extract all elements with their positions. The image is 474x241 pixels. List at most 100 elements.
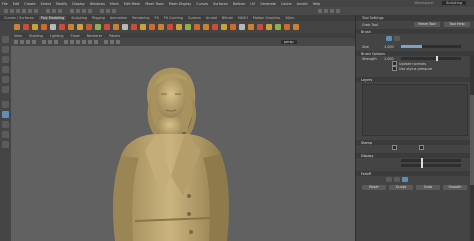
shelf-tool-icon[interactable] bbox=[266, 24, 272, 30]
shelf-tool-icon[interactable] bbox=[221, 24, 227, 30]
shelf-tab-curves[interactable]: Curves / Surfaces bbox=[4, 16, 34, 20]
shelf-tab-rendering[interactable]: Rendering bbox=[132, 16, 149, 20]
shelf-tool-icon[interactable] bbox=[239, 24, 245, 30]
grid-toggle-icon[interactable] bbox=[42, 40, 46, 44]
wireframe-icon[interactable] bbox=[64, 40, 68, 44]
falloff-button-3[interactable] bbox=[402, 177, 408, 182]
rotate-tool-icon[interactable] bbox=[2, 76, 9, 83]
mode-selector-icon[interactable] bbox=[4, 9, 8, 13]
snap-point-icon[interactable] bbox=[82, 9, 86, 13]
shelf-tool-icon[interactable] bbox=[68, 24, 74, 30]
shelf-tool-icon[interactable] bbox=[203, 24, 209, 30]
shelf-tool-icon[interactable] bbox=[113, 24, 119, 30]
use-all-lights-icon[interactable] bbox=[88, 40, 92, 44]
menu-mesh-display[interactable]: Mesh Display bbox=[169, 2, 192, 6]
camera-label[interactable]: persp bbox=[281, 39, 297, 44]
render-icon[interactable] bbox=[100, 9, 104, 13]
shelf-tab-arnold[interactable]: Arnold bbox=[206, 16, 217, 20]
menu-edit[interactable]: Edit bbox=[13, 2, 20, 6]
menu-arnold[interactable]: Arnold bbox=[297, 2, 308, 6]
brush-preset-icon[interactable] bbox=[386, 36, 392, 41]
panel-scrollbar[interactable] bbox=[470, 55, 474, 241]
tool-help-button[interactable]: Tool Help bbox=[444, 22, 470, 27]
menu-deform[interactable]: Deform bbox=[233, 2, 246, 6]
wireframe-on-shaded-icon[interactable] bbox=[76, 40, 80, 44]
panel-menu-renderer[interactable]: Renderer bbox=[87, 34, 102, 38]
menu-modify[interactable]: Modify bbox=[56, 2, 67, 6]
film-gate-icon[interactable] bbox=[48, 40, 52, 44]
workspace-dropdown[interactable]: Sculpting bbox=[442, 1, 466, 5]
redo-icon[interactable] bbox=[34, 9, 38, 13]
snap-grid-icon[interactable] bbox=[70, 9, 74, 13]
resolution-gate-icon[interactable] bbox=[54, 40, 58, 44]
snap-curve-icon[interactable] bbox=[76, 9, 80, 13]
panel-menu-show[interactable]: Show bbox=[71, 34, 80, 38]
shadows-icon[interactable] bbox=[94, 40, 98, 44]
panel-menu-shading[interactable]: Shading bbox=[29, 34, 43, 38]
menu-surfaces[interactable]: Surfaces bbox=[213, 2, 228, 6]
last-tool-icon[interactable] bbox=[2, 101, 9, 108]
render-settings-icon[interactable] bbox=[112, 9, 116, 13]
shelf-tab-xgen[interactable]: XGen bbox=[285, 16, 294, 20]
show-tool-settings-icon[interactable] bbox=[330, 9, 334, 13]
shelf-tool-icon[interactable] bbox=[14, 24, 20, 30]
camera-select-icon[interactable] bbox=[14, 40, 18, 44]
option2-checkbox[interactable] bbox=[392, 66, 397, 71]
shelf-tool-icon[interactable] bbox=[50, 24, 56, 30]
layers-list[interactable] bbox=[362, 84, 468, 136]
shelf-tool-icon[interactable] bbox=[158, 24, 164, 30]
grab-button[interactable]: Grab bbox=[416, 185, 440, 190]
shelf-tool-icon[interactable] bbox=[257, 24, 263, 30]
paint-select-tool-icon[interactable] bbox=[2, 56, 9, 63]
shelf-tool-icon[interactable] bbox=[284, 24, 290, 30]
xray-joints-icon[interactable] bbox=[110, 40, 114, 44]
strength-slider[interactable] bbox=[401, 56, 461, 61]
menu-create[interactable]: Create bbox=[24, 2, 35, 6]
shelf-tool-icon[interactable] bbox=[104, 24, 110, 30]
menu-generate[interactable]: Generate bbox=[260, 2, 276, 6]
shelf-tool-icon[interactable] bbox=[131, 24, 137, 30]
shelf-tool-icon[interactable] bbox=[59, 24, 65, 30]
shelf-tool-icon[interactable] bbox=[32, 24, 38, 30]
persp-outliner-layout-icon[interactable] bbox=[2, 131, 9, 138]
menu-edit-mesh[interactable]: Edit Mesh bbox=[124, 2, 141, 6]
shelf-tool-icon[interactable] bbox=[275, 24, 281, 30]
shelf-tool-icon[interactable] bbox=[176, 24, 182, 30]
menu-curves[interactable]: Curves bbox=[196, 2, 208, 6]
save-scene-icon[interactable] bbox=[22, 9, 26, 13]
shelf-tab-fx[interactable]: FX bbox=[155, 16, 159, 20]
shelf-tool-icon[interactable] bbox=[86, 24, 92, 30]
display-slider-2-knob[interactable] bbox=[421, 163, 423, 168]
isolate-select-icon[interactable] bbox=[116, 40, 120, 44]
shelf-tab-motion-graphics[interactable]: Motion Graphics bbox=[253, 16, 281, 20]
panel-scrollbar-thumb[interactable] bbox=[470, 95, 474, 185]
shelf-tool-icon[interactable] bbox=[230, 24, 236, 30]
shelf-tool-icon[interactable] bbox=[212, 24, 218, 30]
shelf-tab-animation[interactable]: Animation bbox=[110, 16, 127, 20]
panel-menu-panels[interactable]: Panels bbox=[109, 34, 120, 38]
menu-uv[interactable]: UV bbox=[250, 2, 255, 6]
reset-button[interactable]: Reset bbox=[362, 185, 386, 190]
shelf-tab-bifrost[interactable]: Bifrost bbox=[222, 16, 233, 20]
shelf-tool-icon[interactable] bbox=[23, 24, 29, 30]
shelf-tab-sculpting[interactable]: Sculpting bbox=[71, 16, 87, 20]
shelf-tab-mash[interactable]: MASH bbox=[238, 16, 248, 20]
select-object-icon[interactable] bbox=[52, 9, 56, 13]
falloff-button-1[interactable] bbox=[386, 177, 392, 182]
single-perspective-layout-icon[interactable] bbox=[2, 111, 9, 118]
shelf-tab-fx-caching[interactable]: FX Caching bbox=[164, 16, 183, 20]
select-tool-icon[interactable] bbox=[2, 36, 9, 43]
image-plane-icon[interactable] bbox=[32, 40, 36, 44]
shelf-tool-icon[interactable] bbox=[77, 24, 83, 30]
camera-attributes-icon[interactable] bbox=[20, 40, 24, 44]
shelf-tool-icon[interactable] bbox=[41, 24, 47, 30]
select-hierarchy-icon[interactable] bbox=[46, 9, 50, 13]
sculpt-button[interactable]: Sculpt bbox=[389, 185, 413, 190]
shelf-tool-icon[interactable] bbox=[149, 24, 155, 30]
menu-help[interactable]: Help bbox=[313, 2, 321, 6]
panel-menu-view[interactable]: View bbox=[14, 34, 22, 38]
open-scene-icon[interactable] bbox=[16, 9, 20, 13]
menu-mesh[interactable]: Mesh bbox=[110, 2, 119, 6]
move-tool-icon[interactable] bbox=[2, 66, 9, 73]
smooth-shade-icon[interactable] bbox=[70, 40, 74, 44]
